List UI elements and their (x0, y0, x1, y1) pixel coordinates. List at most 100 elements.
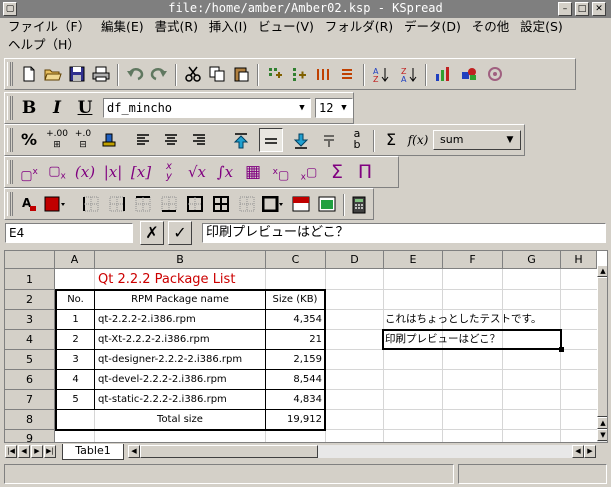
copy-icon[interactable] (205, 62, 229, 86)
left-superscript-icon[interactable]: x▢ (269, 160, 293, 184)
abs-icon[interactable]: |x| (101, 160, 125, 184)
text-direction-icon[interactable]: ab (345, 128, 369, 152)
background-color-icon[interactable] (43, 192, 67, 216)
brackets-icon[interactable]: [x] (129, 160, 153, 184)
column-header-g[interactable]: G (503, 251, 561, 269)
menu-view[interactable]: ビュー(V) (258, 18, 314, 36)
cancel-edit-button[interactable]: ✗ (140, 221, 164, 245)
scrollbar-thumb[interactable] (597, 277, 607, 417)
help-icon[interactable] (483, 62, 507, 86)
sheet-tab-table1[interactable]: Table1 (62, 444, 124, 460)
sort-ascending-icon[interactable]: AZ (369, 62, 393, 86)
undo-icon[interactable] (123, 62, 147, 86)
scroll-down-arrow-icon[interactable]: ▼ (597, 429, 607, 441)
accept-edit-button[interactable]: ✓ (168, 221, 192, 245)
border-color-icon[interactable] (261, 192, 285, 216)
dissociate-cells-icon[interactable] (315, 192, 339, 216)
superscript-icon[interactable]: ▢x (17, 160, 41, 184)
selected-cell-e4[interactable]: 印刷プレビューはどこ？ (382, 329, 564, 352)
column-header-e[interactable]: E (384, 251, 443, 269)
root-icon[interactable]: √x (185, 160, 209, 184)
underline-button[interactable]: U (73, 96, 97, 120)
paste-icon[interactable] (229, 62, 253, 86)
row-header-7[interactable]: 7 (5, 390, 55, 410)
select-all-corner[interactable] (5, 251, 55, 269)
chevron-down-icon[interactable]: ▼ (503, 132, 517, 148)
row-bars-icon[interactable] (335, 62, 359, 86)
next-sheet-icon[interactable]: ▶ (31, 445, 43, 458)
toolbar-grip[interactable] (7, 192, 11, 216)
cell-reference-input[interactable]: E4 (5, 223, 133, 243)
align-top-icon[interactable] (229, 128, 253, 152)
menu-edit[interactable]: 編集(E) (101, 18, 144, 36)
bold-button[interactable]: B (17, 96, 41, 120)
column-header-h[interactable]: H (561, 251, 597, 269)
previous-sheet-icon[interactable]: ◀ (18, 445, 30, 458)
menu-insert[interactable]: 挿入(I) (209, 18, 247, 36)
toolbar-grip[interactable] (7, 96, 11, 120)
insert-column-icon[interactable] (287, 62, 311, 86)
border-bottom-icon[interactable] (157, 192, 181, 216)
column-bars-icon[interactable] (311, 62, 335, 86)
toolbar-grip[interactable] (7, 62, 11, 86)
text-color-icon[interactable]: A (17, 192, 41, 216)
toolbar-grip[interactable] (7, 160, 11, 184)
cut-icon[interactable] (181, 62, 205, 86)
last-sheet-icon[interactable]: ▶| (44, 445, 56, 458)
vertical-scrollbar[interactable]: ▲ ▲ ▼ (597, 265, 607, 442)
parentheses-icon[interactable]: (x) (73, 160, 97, 184)
border-remove-icon[interactable] (235, 192, 259, 216)
align-middle-icon[interactable] (259, 128, 283, 152)
column-header-c[interactable]: C (266, 251, 326, 269)
border-right-icon[interactable] (105, 192, 129, 216)
row-header-2[interactable]: 2 (5, 290, 55, 310)
subscript-icon[interactable]: ▢x (45, 160, 69, 184)
scrollbar-thumb[interactable] (140, 445, 318, 458)
scroll-left-arrow-icon[interactable]: ◀ (128, 445, 140, 458)
menu-file[interactable]: ファイル（F） (8, 18, 90, 36)
menu-data[interactable]: データ(D) (404, 18, 461, 36)
vertical-text-icon[interactable] (317, 128, 341, 152)
align-center-icon[interactable] (159, 128, 183, 152)
column-header-d[interactable]: D (326, 251, 384, 269)
fraction-icon[interactable]: xy (157, 160, 181, 184)
fill-handle[interactable] (559, 347, 564, 352)
calculator-icon[interactable] (347, 192, 371, 216)
column-header-a[interactable]: A (55, 251, 95, 269)
percent-icon[interactable]: % (17, 128, 41, 152)
sum-button[interactable]: Σ (379, 128, 403, 152)
border-left-icon[interactable] (79, 192, 103, 216)
align-right-icon[interactable] (187, 128, 211, 152)
column-header-b[interactable]: B (95, 251, 266, 269)
decrease-precision-icon[interactable]: +.0 ⊟ (71, 128, 95, 152)
menu-other[interactable]: その他 (472, 18, 510, 36)
increase-precision-icon[interactable]: +.00 ⊞ (45, 128, 69, 152)
maximize-button[interactable]: □ (575, 2, 589, 16)
open-folder-icon[interactable] (41, 62, 65, 86)
italic-button[interactable]: I (45, 96, 69, 120)
row-header-4[interactable]: 4 (5, 330, 55, 350)
border-all-icon[interactable] (209, 192, 233, 216)
formula-input[interactable]: 印刷プレビューはどこ？ (202, 223, 606, 243)
align-bottom-icon[interactable] (289, 128, 313, 152)
save-icon[interactable] (65, 62, 89, 86)
first-sheet-icon[interactable]: |◀ (5, 445, 17, 458)
row-header-9[interactable]: 9 (5, 430, 55, 442)
insert-row-icon[interactable] (263, 62, 287, 86)
close-button[interactable]: ✕ (592, 2, 606, 16)
spreadsheet-grid[interactable]: A B C D E F G H 1 2 3 4 5 6 7 8 9 Qt 2.2… (4, 250, 608, 443)
border-outline-icon[interactable] (183, 192, 207, 216)
scroll-right-arrow-icon[interactable]: ▶ (584, 445, 596, 458)
print-icon[interactable] (89, 62, 113, 86)
new-document-icon[interactable] (17, 62, 41, 86)
scroll-up-arrow-icon[interactable]: ▲ (597, 417, 607, 429)
paint-format-icon[interactable] (97, 128, 121, 152)
row-header-8[interactable]: 8 (5, 410, 55, 430)
column-header-f[interactable]: F (443, 251, 503, 269)
menu-folder[interactable]: フォルダ(R) (325, 18, 393, 36)
matrix-icon[interactable]: ▦ (241, 160, 265, 184)
redo-icon[interactable] (147, 62, 171, 86)
chevron-down-icon[interactable]: ▼ (337, 100, 351, 116)
menu-settings[interactable]: 設定(S) (520, 18, 563, 36)
chart-icon[interactable] (431, 62, 455, 86)
